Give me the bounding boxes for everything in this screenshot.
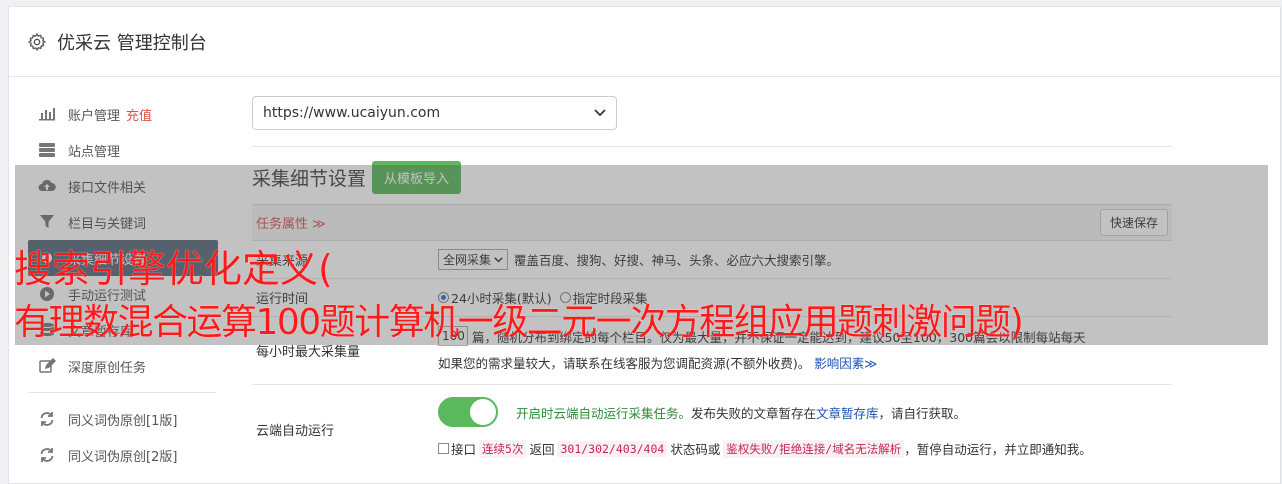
sidebar-item-label: 账户管理 [68,108,121,124]
sidebar-item-synonym-v1[interactable]: 同义词伪原创[1版] [28,401,218,437]
contact-note: 如果您的需求量较大，请联系在线客服为您调配资源(不额外收费)。 [438,356,811,371]
article-store-link[interactable]: 文章暂存库 [816,403,879,422]
bar-chart-icon [39,108,55,121]
chevron-down-icon [594,109,606,117]
console-header: 优采云 管理控制台 [9,7,1280,77]
recharge-link[interactable]: 充值 [126,105,152,124]
app-title: 优采云 管理控制台 [57,32,207,54]
cloud-run-toggle[interactable] [438,397,498,427]
sidebar-item-synonym-v2[interactable]: 同义词伪原创[2版] [28,437,218,473]
code-status: 301/302/403/404 [557,440,668,457]
sidebar-item-label: 栏目与关键词 [68,216,147,232]
overlay-headline-1: 搜索引擎优化定义( [14,247,333,291]
gear-icon [27,32,47,51]
row-source: 采集来源 全网采集 覆盖百度、搜狗、好搜、神马、头条、必应六大搜索引擎。 [252,241,1172,279]
pause-text-3: 状态码或 [670,442,721,457]
site-select-value: https://www.ucaiyun.com [263,105,441,121]
failure-note: 发布失败的文章暂存在 [691,405,817,421]
code-errors: 鉴权失败/拒绝连接/域名无法解析 [723,439,905,458]
pause-checkbox[interactable] [438,443,449,454]
row-content: 开启时云端自动运行采集任务。 发布失败的文章暂存在 文章暂存库 ，请自行获取。 … [438,385,1172,473]
chevron-down-icon [494,256,503,263]
pause-text-1: 接口 [451,442,477,457]
panel-toolbar: 任务属性 ≫ 快速保存 [252,205,1172,241]
sidebar-item-label: 同义词伪原创[2版] [68,449,178,465]
overlay-headline-2: 有理数混合运算100题计算机一级二元一次方程组应用题刺激问题) [14,302,1024,343]
quick-save-button[interactable]: 快速保存 [1099,209,1168,236]
sidebar-item-account[interactable]: 账户管理 充值 [28,96,218,132]
failure-note-tail: ，请自行获取。 [878,405,967,421]
row-content: 全网采集 覆盖百度、搜狗、好搜、神马、头条、必应六大搜索引擎。 [438,241,1172,278]
divider [252,146,1172,147]
main-content: https://www.ucaiyun.com 采集细节设置 从模板导入 任务属… [252,96,1172,473]
source-select[interactable]: 全网采集 [438,249,509,270]
refresh-icon [40,412,54,426]
cloud-upload-icon [38,179,56,191]
sidebar-item-label: 接口文件相关 [68,180,147,196]
refresh-icon [40,448,54,462]
tab-task-properties[interactable]: 任务属性 ≫ [256,213,326,232]
sidebar-item-interface-files[interactable]: 接口文件相关 [28,168,218,204]
section-title: 采集细节设置 [252,168,367,190]
settings-header: 采集细节设置 从模板导入 [252,161,1172,194]
row-cloud-run: 云端自动运行 开启时云端自动运行采集任务。 发布失败的文章暂存在 文章暂存库 ，… [252,385,1172,473]
sidebar-item-columns-keywords[interactable]: 栏目与关键词 [28,204,218,240]
influence-factors-link[interactable]: 影响因素≫ [814,356,877,371]
sidebar-item-sites[interactable]: 站点管理 [28,132,218,168]
pause-text-4: ，暂停自动运行，并立即通知我。 [904,442,1092,457]
sidebar-divider [28,392,216,393]
sidebar-item-label: 站点管理 [68,144,121,160]
sidebar-item-label: 深度原创任务 [68,360,147,376]
source-select-value: 全网采集 [443,253,492,267]
import-template-button[interactable]: 从模板导入 [372,161,462,194]
filter-icon [40,215,54,228]
server-icon [39,143,55,157]
toggle-description: 开启时云端自动运行采集任务。 [516,405,692,421]
code-consecutive: 连续5次 [479,439,527,458]
sidebar-item-deep-original[interactable]: 深度原创任务 [28,348,218,384]
source-description: 覆盖百度、搜狗、好搜、神马、头条、必应六大搜索引擎。 [514,253,840,268]
site-select[interactable]: https://www.ucaiyun.com [252,96,617,130]
pause-text-2: 返回 [529,442,555,457]
sidebar-item-label: 同义词伪原创[1版] [68,413,178,429]
edit-icon [39,358,56,373]
row-label: 云端自动运行 [256,423,335,439]
